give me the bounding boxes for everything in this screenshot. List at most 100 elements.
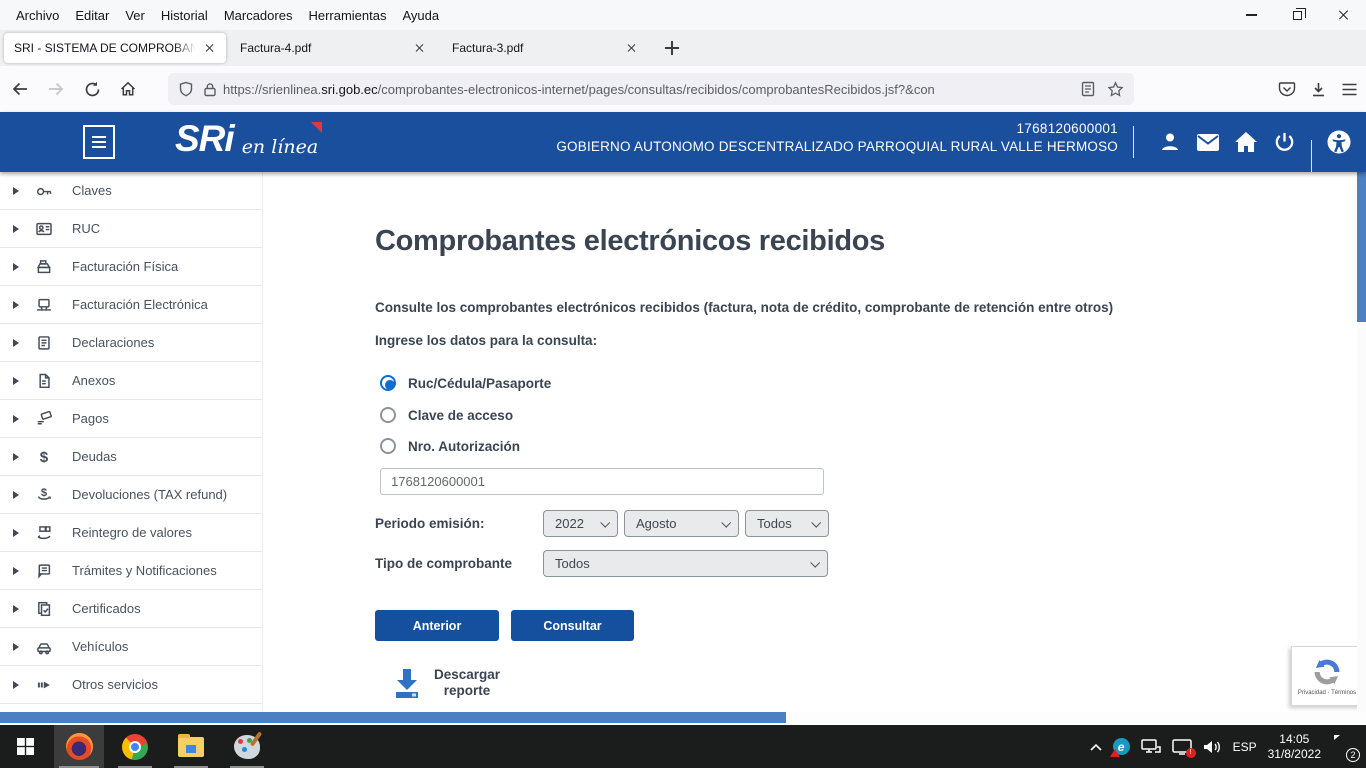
vertical-scrollbar-thumb[interactable] [1357,172,1366,322]
tray-display-alert-button[interactable]: ! [1172,739,1192,755]
expand-caret-icon[interactable] [13,225,19,233]
year-select[interactable]: 2022 [543,510,618,537]
tab-close-icon[interactable] [202,40,218,56]
sidebar-item-ruc[interactable]: RUC [0,210,262,248]
radio-ruc-cedula-pasaporte[interactable]: Ruc/Cédula/Pasaporte [380,375,551,391]
downloads-icon[interactable] [1310,81,1327,98]
sidebar-toggle-button[interactable] [83,125,115,159]
tab-factura-4[interactable]: Factura-4.pdf [226,33,438,63]
sidebar-item-pagos[interactable]: Pagos [0,400,262,438]
reader-mode-icon[interactable] [1081,81,1095,97]
shield-icon[interactable] [178,81,194,97]
sidebar-item-vehiculos[interactable]: Vehículos [0,628,262,666]
tipo-comprobante-select[interactable]: Todos [543,550,828,577]
menu-editar[interactable]: Editar [67,4,117,27]
url-bar[interactable]: https://srienlinea.sri.gob.ec/comprobant… [168,73,1134,105]
vertical-scrollbar[interactable] [1357,172,1366,712]
horizontal-scrollbar-thumb[interactable] [0,712,786,723]
expand-caret-icon[interactable] [13,377,19,385]
lock-icon[interactable] [203,82,217,97]
forward-button[interactable] [40,73,72,105]
radio-unselected-icon[interactable] [380,438,396,454]
taskbar-paint-button[interactable] [222,725,272,768]
sidebar-item-anexos[interactable]: Anexos [0,362,262,400]
tab-close-icon[interactable] [624,40,640,56]
tray-language-button[interactable]: ESP [1233,740,1257,754]
tray-network-button[interactable] [1141,738,1161,755]
back-button[interactable] [4,73,36,105]
expand-caret-icon[interactable] [13,263,19,271]
pocket-icon[interactable] [1278,80,1296,98]
tab-factura-3[interactable]: Factura-3.pdf [438,33,650,63]
expand-caret-icon[interactable] [13,643,19,651]
bookmark-star-icon[interactable] [1107,81,1124,98]
expand-caret-icon[interactable] [13,339,19,347]
sidebar-item-devoluciones-tax-refund[interactable]: $Devoluciones (TAX refund) [0,476,262,514]
menu-herramientas[interactable]: Herramientas [300,4,394,27]
tray-antivirus-button[interactable]: e [1113,738,1130,755]
radio-clave-acceso[interactable]: Clave de acceso [380,407,513,423]
sidebar-item-certificados[interactable]: Certificados [0,590,262,628]
logout-button[interactable] [1265,123,1303,161]
taskbar-explorer-button[interactable] [166,725,216,768]
menu-historial[interactable]: Historial [153,4,216,27]
sidebar-item-deudas[interactable]: $Deudas [0,438,262,476]
radio-unselected-icon[interactable] [380,407,396,423]
expand-caret-icon[interactable] [13,681,19,689]
user-profile-button[interactable] [1151,123,1189,161]
month-select[interactable]: Agosto [624,510,739,537]
tray-volume-button[interactable] [1203,739,1222,755]
tray-clock[interactable]: 14:05 31/8/2022 [1268,732,1321,762]
messages-button[interactable] [1189,123,1227,161]
window-minimize-button[interactable] [1228,0,1274,30]
menu-marcadores[interactable]: Marcadores [216,4,301,27]
taskbar-firefox-button[interactable] [54,725,104,768]
close-icon [1337,9,1349,21]
tray-expand-button[interactable] [1090,743,1102,751]
tab-sri-sistema[interactable]: SRI - SISTEMA DE COMPROBANTES [4,33,226,63]
sri-logo[interactable]: SRi en línea [175,118,318,160]
recaptcha-badge[interactable]: Privacidad - Términos [1291,646,1357,706]
windows-taskbar: e ! ESP 14:05 31/8/2022 2 [0,725,1366,768]
accessibility-button[interactable] [1320,123,1358,161]
horizontal-scrollbar[interactable] [0,712,1366,723]
expand-caret-icon[interactable] [13,567,19,575]
window-close-button[interactable] [1320,0,1366,30]
expand-caret-icon[interactable] [13,301,19,309]
sidebar-item-facturacion-fisica[interactable]: Facturación Física [0,248,262,286]
radio-selected-icon[interactable] [380,375,396,391]
window-restore-button[interactable] [1274,0,1320,30]
app-menu-icon[interactable] [1341,82,1358,97]
ruc-input[interactable] [380,468,824,495]
expand-caret-icon[interactable] [13,453,19,461]
sidebar-item-tramites-y-notificaciones[interactable]: Trámites y Notificaciones [0,552,262,590]
home-button[interactable] [112,73,144,105]
start-button[interactable] [0,725,50,768]
home-portal-button[interactable] [1227,123,1265,161]
menu-ayuda[interactable]: Ayuda [394,4,447,27]
paint-icon [234,735,260,759]
expand-caret-icon[interactable] [13,187,19,195]
sidebar-item-facturacion-electronica[interactable]: Facturación Electrónica [0,286,262,324]
expand-caret-icon[interactable] [13,415,19,423]
action-center-button[interactable]: 2 [1332,736,1356,758]
menu-ver[interactable]: Ver [117,4,153,27]
day-select[interactable]: Todos [745,510,829,537]
expand-caret-icon[interactable] [13,605,19,613]
sidebar-item-declaraciones[interactable]: Declaraciones [0,324,262,362]
reload-button[interactable] [76,73,108,105]
expand-caret-icon[interactable] [13,491,19,499]
consultar-button[interactable]: Consultar [511,610,634,641]
anterior-button[interactable]: Anterior [375,610,499,641]
url-text: https://srienlinea.sri.gob.ec/comprobant… [223,82,1073,97]
descargar-reporte-link[interactable]: Descargar reporte [393,667,504,699]
tab-close-icon[interactable] [412,40,428,56]
expand-caret-icon[interactable] [13,529,19,537]
sidebar-item-otros-servicios[interactable]: Otros servicios [0,666,262,704]
radio-nro-autorizacion[interactable]: Nro. Autorización [380,438,520,454]
taskbar-chrome-button[interactable] [110,725,160,768]
sidebar-item-claves[interactable]: Claves [0,172,262,210]
sidebar-item-reintegro-de-valores[interactable]: Reintegro de valores [0,514,262,552]
menu-archivo[interactable]: Archivo [8,4,67,27]
new-tab-button[interactable] [658,34,686,62]
